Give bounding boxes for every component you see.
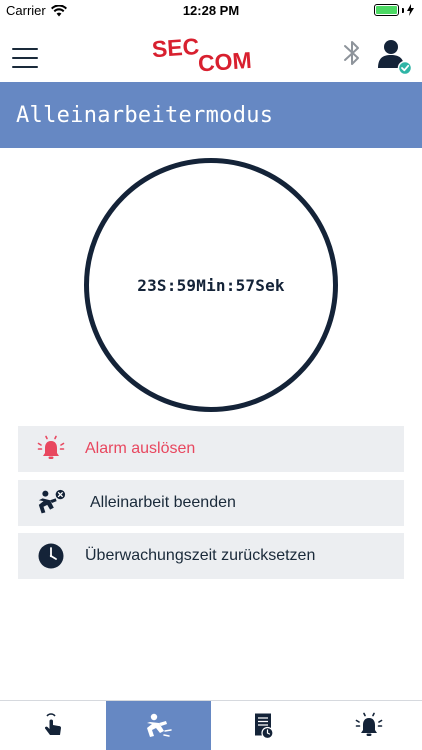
- tab-tap[interactable]: [0, 701, 106, 750]
- charging-icon: [407, 4, 414, 16]
- seccom-logo: SEC COM: [151, 34, 253, 74]
- user-verified-icon[interactable]: [377, 38, 413, 74]
- falling-person-icon: [147, 713, 172, 737]
- tab-alarm[interactable]: [317, 701, 422, 750]
- falling-person-icon: [36, 488, 66, 518]
- menu-icon-line: [12, 48, 38, 50]
- alarm-bell-icon: [36, 434, 66, 464]
- battery-tip: [402, 7, 404, 13]
- alarm-button[interactable]: Alarm auslösen: [18, 426, 404, 472]
- menu-icon-line: [12, 57, 38, 59]
- timer-circle: 23S:59Min:57Sek: [84, 158, 338, 412]
- tab-lone-work[interactable]: [105, 701, 211, 750]
- menu-button[interactable]: [12, 48, 38, 68]
- menu-icon-line: [12, 66, 38, 68]
- end-lone-work-button[interactable]: Alleinarbeit beenden: [18, 480, 404, 526]
- page-title: Alleinarbeitermodus: [16, 102, 274, 128]
- document-clock-icon: [254, 713, 274, 739]
- tab-log[interactable]: [211, 701, 317, 750]
- bluetooth-icon[interactable]: [342, 38, 362, 68]
- tap-hand-icon: [44, 712, 61, 735]
- battery-icon: [374, 4, 399, 16]
- reset-monitoring-time-label: Überwachungszeit zurücksetzen: [85, 547, 316, 564]
- status-time: 12:28 PM: [182, 3, 240, 18]
- end-lone-work-label: Alleinarbeit beenden: [90, 494, 236, 511]
- svg-text:COM: COM: [197, 47, 252, 74]
- alarm-bell-icon: [355, 712, 383, 736]
- title-band: Alleinarbeitermodus: [0, 82, 422, 148]
- status-right: [374, 4, 414, 16]
- status-bar: Carrier 12:28 PM: [0, 0, 422, 22]
- clock-icon: [36, 541, 66, 571]
- svg-text:SEC: SEC: [151, 34, 200, 62]
- timer-value: 23S:59Min:57Sek: [137, 275, 285, 295]
- app-header: SEC COM: [0, 22, 422, 82]
- battery-fill: [376, 6, 397, 14]
- alarm-button-label: Alarm auslösen: [85, 440, 196, 457]
- reset-monitoring-time-button[interactable]: Überwachungszeit zurücksetzen: [18, 533, 404, 579]
- tab-bar: [0, 700, 422, 750]
